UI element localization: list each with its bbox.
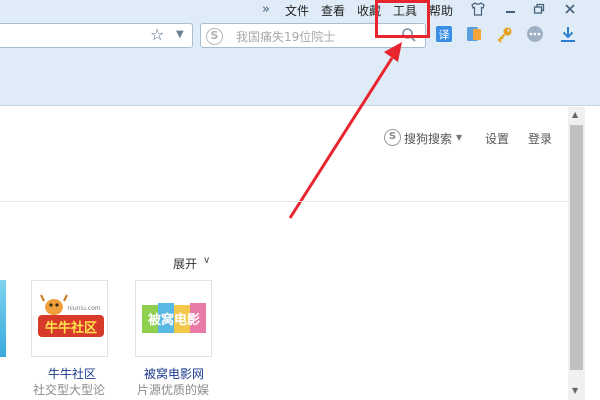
menu-view[interactable]: 查看 bbox=[321, 2, 345, 19]
menu-help[interactable]: 帮助 bbox=[429, 2, 453, 19]
menu-bar: » 文件 查看 收藏 工具 帮助 bbox=[0, 0, 600, 20]
login-link[interactable]: 登录 bbox=[528, 130, 552, 147]
scrollbar-thumb[interactable] bbox=[570, 125, 583, 370]
menu-file[interactable]: 文件 bbox=[285, 2, 309, 19]
beiwo-logo-icon: 被窝电影 bbox=[142, 303, 206, 333]
settings-link[interactable]: 设置 bbox=[485, 130, 509, 147]
sogou-logo-icon: S bbox=[206, 28, 223, 45]
niuniu-logo-icon: 牛牛社区 niuniu.com bbox=[38, 294, 104, 337]
chevron-down-icon[interactable]: ∨ bbox=[203, 255, 210, 266]
scroll-up-icon[interactable]: ▲ bbox=[572, 110, 578, 119]
download-icon[interactable] bbox=[559, 25, 579, 45]
site-tile-niuniu[interactable]: 牛牛社区 niuniu.com bbox=[31, 280, 108, 357]
translate-icon[interactable]: 译 bbox=[435, 25, 455, 45]
niuniu-logo-url: niuniu.com bbox=[67, 305, 100, 312]
more-icon[interactable] bbox=[526, 25, 546, 45]
site-tile-name[interactable]: 被窝电影网 bbox=[144, 365, 204, 382]
site-tile-name[interactable]: 牛牛社区 bbox=[48, 365, 96, 382]
partial-site-tile[interactable] bbox=[0, 280, 6, 357]
restore-icon[interactable] bbox=[530, 1, 548, 21]
address-bar[interactable]: ☆ ▼ bbox=[0, 23, 193, 48]
expand-button[interactable]: 展开 bbox=[173, 255, 197, 272]
highlight-box-tools bbox=[375, 0, 430, 38]
chevron-down-icon[interactable]: ▼ bbox=[456, 133, 462, 142]
star-icon[interactable]: ☆ bbox=[150, 25, 164, 44]
sogou-search-link[interactable]: 搜狗搜索 bbox=[404, 130, 452, 147]
browser-chrome: » 文件 查看 收藏 工具 帮助 ☆ ▼ S 我国痛失19位院士 译 bbox=[0, 0, 600, 106]
svg-text:译: 译 bbox=[439, 29, 450, 42]
niuniu-logo-text: 牛牛社区 bbox=[45, 320, 97, 336]
chevron-down-icon[interactable]: ▼ bbox=[176, 29, 184, 40]
site-tile-desc: 社交型大型论 bbox=[33, 383, 106, 397]
beiwo-logo-text: 被窝电影 bbox=[147, 312, 200, 328]
minimize-icon[interactable] bbox=[502, 1, 520, 21]
site-tile-desc: 片源优质的娱 bbox=[137, 383, 210, 397]
key-icon[interactable] bbox=[496, 25, 516, 45]
scroll-down-icon[interactable]: ▼ bbox=[572, 386, 578, 395]
sidebar-icon[interactable] bbox=[465, 25, 485, 45]
close-icon[interactable] bbox=[561, 1, 579, 21]
shirt-icon[interactable] bbox=[469, 1, 487, 21]
site-tile-beiwo[interactable]: 被窝电影 bbox=[135, 280, 212, 357]
sogou-search-icon: S bbox=[384, 129, 401, 146]
menu-overflow-chevron-icon[interactable]: » bbox=[262, 2, 270, 17]
divider bbox=[0, 201, 568, 202]
search-input[interactable]: 我国痛失19位院士 bbox=[236, 28, 335, 45]
